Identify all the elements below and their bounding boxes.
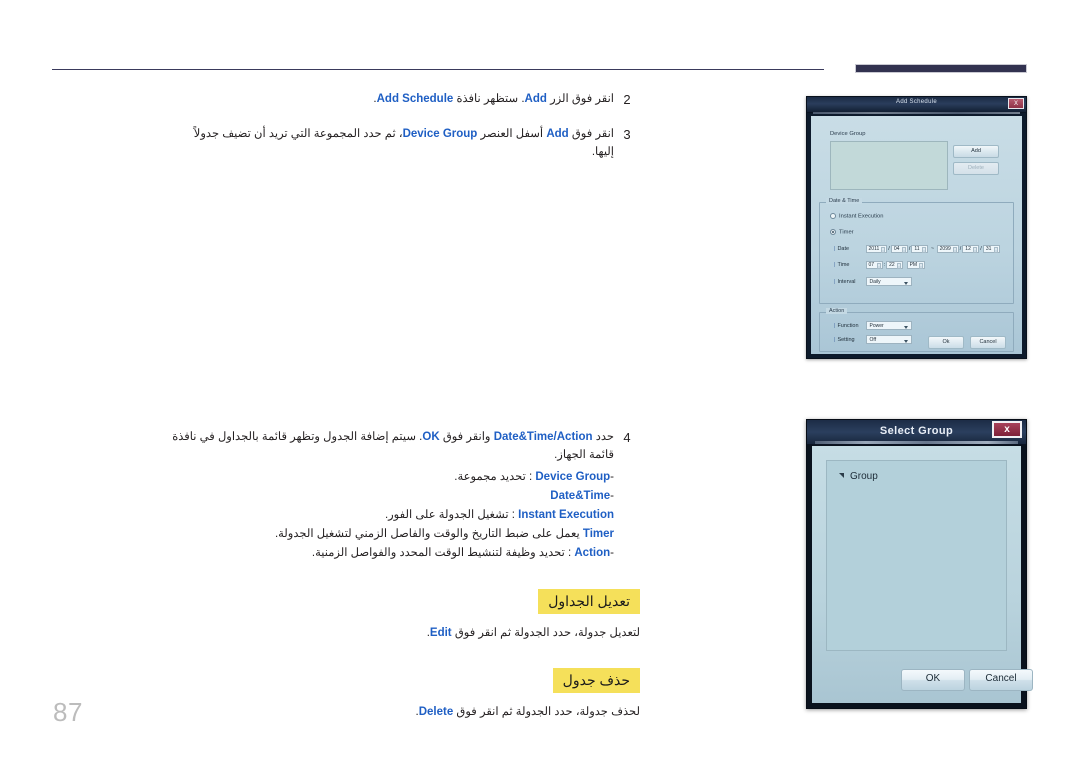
- select-group-footer: OK Cancel: [812, 657, 1033, 703]
- time-label: Time: [834, 262, 864, 268]
- date-range-separator: ~: [930, 246, 935, 253]
- group-tree[interactable]: Group: [826, 460, 1007, 651]
- add-schedule-title: Add Schedule: [896, 99, 937, 105]
- step-text: انقر فوق Add أسفل العنصر Device Group، ث…: [193, 128, 614, 158]
- interval-label: Interval: [834, 279, 864, 285]
- select-group-body: Group OK Cancel: [812, 446, 1033, 703]
- step-3: 3 انقر فوق Add أسفل العنصر Device Group،…: [170, 125, 640, 161]
- expand-triangle-icon[interactable]: [839, 472, 844, 478]
- step-text: انقر فوق الزر Add. ستظهر نافذة Add Sched…: [373, 93, 614, 105]
- select-group-ok-button[interactable]: OK: [901, 669, 965, 691]
- instructions-column: 2 انقر فوق الزر Add. ستظهر نافذة Add Sch…: [170, 90, 640, 721]
- timer-radio[interactable]: Timer: [830, 229, 854, 236]
- time-minute[interactable]: 22: [886, 261, 904, 269]
- header-rule-thin: [52, 69, 824, 70]
- tree-item-label: Group: [850, 471, 878, 482]
- sub-list-item: -Action : تحديد وظيفة لتنشيط الوقت المحد…: [311, 547, 614, 559]
- date-start-day[interactable]: 11: [911, 245, 929, 253]
- function-select[interactable]: Power: [865, 321, 912, 330]
- close-icon[interactable]: x: [992, 421, 1022, 438]
- close-icon[interactable]: X: [1008, 98, 1024, 109]
- step-number: 3: [623, 127, 631, 142]
- sub-list-item: -Date&Time: [550, 490, 614, 502]
- step-4-sub-list: -Device Group : تحديد مجموعة. -Date&Time I…: [170, 468, 614, 563]
- date-end-year[interactable]: 2099: [936, 245, 959, 253]
- date-label: Date: [834, 246, 864, 252]
- date-time-section: Date & Time Instant Execution Timer Date…: [819, 198, 1014, 304]
- add-schedule-footer: Ok Cancel: [811, 334, 1022, 350]
- header-rule-thick: [855, 64, 1027, 73]
- step-text-main: حدد Date&Time/Action وانقر فوق OK. سيتم …: [172, 431, 614, 461]
- section-title: حذف جدول: [552, 668, 640, 693]
- date-start-month[interactable]: 04: [890, 245, 908, 253]
- action-group-label: Action: [826, 308, 848, 314]
- select-group-cancel-button[interactable]: Cancel: [969, 669, 1033, 691]
- instant-execution-label: Instant Execution: [839, 213, 884, 220]
- radio-icon: [830, 229, 836, 235]
- step-text: حدد Date&Time/Action وانقر فوق OK. سيتم …: [170, 428, 614, 563]
- step-number: 4: [623, 430, 631, 445]
- step-number: 2: [623, 92, 631, 107]
- time-meridiem[interactable]: PM: [906, 261, 926, 269]
- date-end-day[interactable]: 31: [982, 245, 1000, 253]
- function-label: Function: [834, 323, 864, 329]
- time-row: Time 07:22 PM: [834, 261, 926, 269]
- add-schedule-titlebar: Add Schedule X: [807, 97, 1026, 114]
- section-delete-schedule: حذف جدول لحذف جدولة، حدد الجدولة ثم انقر…: [170, 668, 640, 721]
- device-group-add-button[interactable]: Add: [953, 145, 999, 158]
- date-row: Date 2011/04/11 ~ 2099/12/31: [834, 245, 1000, 253]
- sub-list-item: Instant Execution : تشغيل الجدولة على ال…: [384, 509, 614, 521]
- time-hour[interactable]: 07: [865, 261, 883, 269]
- add-schedule-body: Device Group Add Delete Date & Time Inst…: [811, 116, 1022, 354]
- device-group-list[interactable]: [830, 141, 948, 190]
- sub-list-item: Timer يعمل على ضبط التاريخ والوقت والفاص…: [274, 528, 614, 540]
- date-end-month[interactable]: 12: [962, 245, 980, 253]
- add-schedule-dialog: Add Schedule X Device Group Add Delete D…: [806, 96, 1027, 359]
- section-body: لحذف جدولة، حدد الجدولة ثم انقر فوق Dele…: [415, 706, 641, 718]
- device-group-delete-button[interactable]: Delete: [953, 162, 999, 175]
- select-group-titlebar: Select Group x: [807, 420, 1026, 445]
- add-schedule-cancel-button[interactable]: Cancel: [970, 336, 1006, 349]
- date-start-year[interactable]: 2011: [865, 245, 888, 253]
- section-body: لتعديل جدولة، حدد الجدولة ثم انقر فوق Ed…: [426, 627, 640, 639]
- sub-list-item: -Device Group : تحديد مجموعة.: [454, 471, 614, 483]
- instant-execution-radio[interactable]: Instant Execution: [830, 213, 883, 220]
- titlebar-accent: [815, 441, 1018, 444]
- page-number: 87: [53, 697, 83, 727]
- interval-select[interactable]: Daily: [865, 277, 912, 286]
- function-row: Function Power: [834, 321, 912, 330]
- date-time-group-label: Date & Time: [826, 198, 863, 204]
- tree-item-group[interactable]: Group: [839, 471, 878, 482]
- titlebar-accent: [813, 112, 1020, 114]
- section-edit-schedules: تعديل الجداول لتعديل جدولة، حدد الجدولة …: [170, 589, 640, 642]
- timer-label: Timer: [839, 229, 854, 236]
- select-group-dialog: Select Group x Group OK Cancel: [806, 419, 1033, 709]
- radio-icon: [830, 213, 836, 219]
- interval-row: Interval Daily: [834, 277, 912, 286]
- step-2: 2 انقر فوق الزر Add. ستظهر نافذة Add Sch…: [170, 90, 640, 108]
- device-group-label: Device Group: [830, 131, 866, 137]
- add-schedule-ok-button[interactable]: Ok: [928, 336, 964, 349]
- step-4: 4 حدد Date&Time/Action وانقر فوق OK. سيت…: [170, 428, 640, 563]
- section-title: تعديل الجداول: [538, 589, 640, 614]
- device-group-section: Device Group Add Delete: [819, 130, 1014, 194]
